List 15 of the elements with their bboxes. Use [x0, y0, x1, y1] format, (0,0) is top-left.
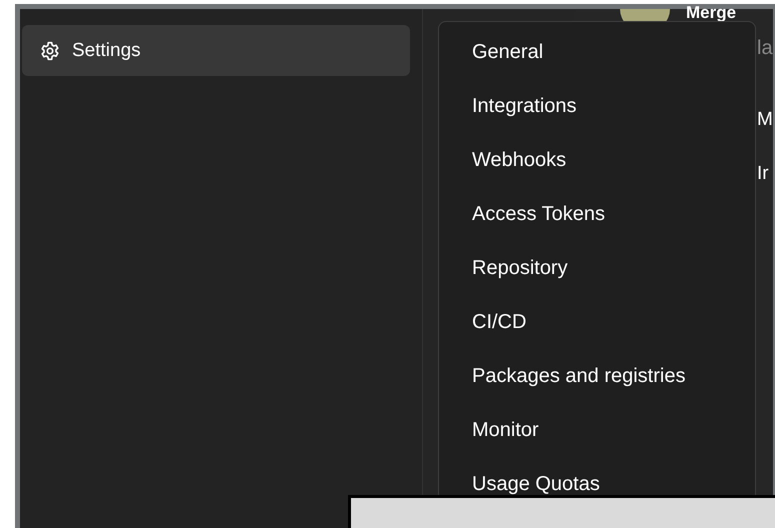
row-text: M	[757, 109, 773, 132]
sidebar-item[interactable]: Settings	[22, 25, 410, 76]
menu-item[interactable]: Usage Quotas	[472, 472, 600, 496]
menu-item[interactable]: General	[472, 40, 544, 64]
menu-item[interactable]: CI/CD	[472, 310, 526, 334]
menu-item[interactable]: Packages and registries	[472, 364, 686, 388]
menu-item[interactable]: Webhooks	[472, 148, 566, 172]
settings-icon	[40, 40, 60, 60]
menu-item[interactable]: Integrations	[472, 94, 577, 118]
row-text: Ir	[757, 163, 770, 186]
title-text: Merge	[686, 4, 736, 21]
subtitle-text: la	[757, 37, 773, 61]
menu-item[interactable]: Repository	[472, 256, 568, 280]
menu-item[interactable]: Monitor	[472, 418, 539, 442]
menu-item[interactable]: Access Tokens	[472, 202, 606, 226]
